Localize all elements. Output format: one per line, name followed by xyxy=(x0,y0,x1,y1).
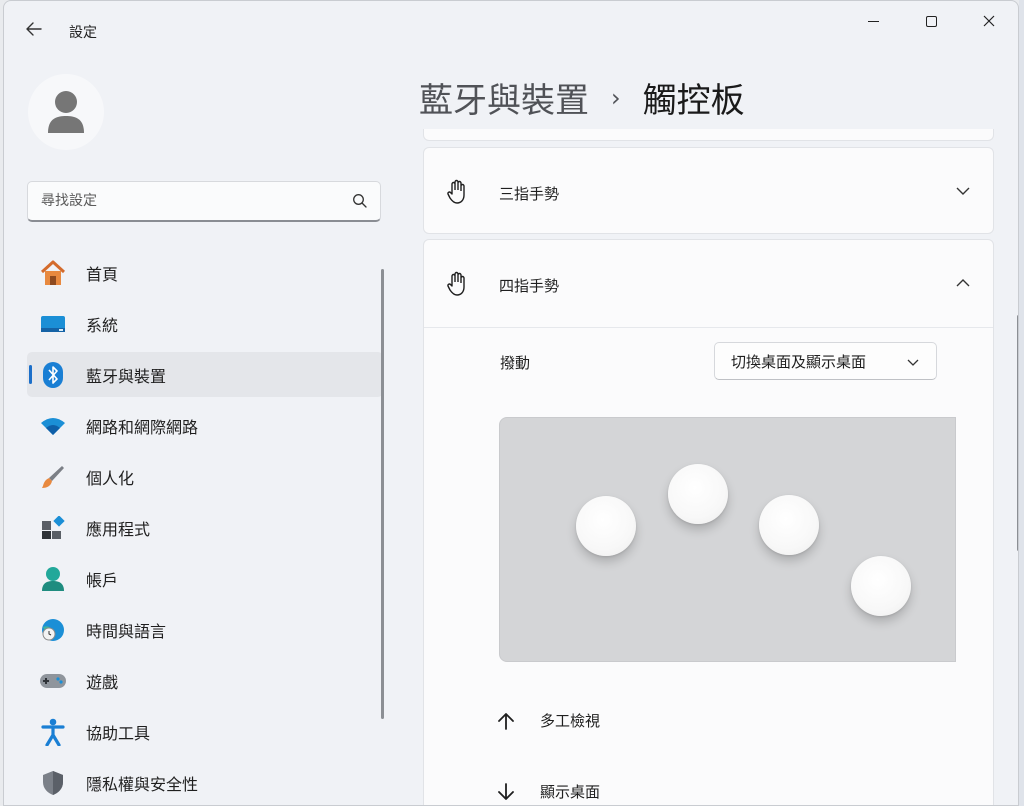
breadcrumb-parent-link[interactable]: 藍牙與裝置 xyxy=(419,73,589,122)
previous-settings-card xyxy=(423,129,994,141)
close-icon xyxy=(983,15,995,27)
sidebar-item-network[interactable]: 網路和網際網路 xyxy=(27,403,383,448)
sidebar-item-label: 應用程式 xyxy=(86,519,151,539)
sidebar-item-label: 首頁 xyxy=(86,264,119,284)
sidebar-item-bluetooth-devices[interactable]: 藍牙與裝置 xyxy=(27,352,383,397)
three-finger-gestures-label: 三指手勢 xyxy=(499,185,560,203)
dropdown-selected-value: 切換桌面及顯示桌面 xyxy=(731,352,867,371)
hand-gesture-icon xyxy=(447,179,465,204)
three-finger-gestures-card[interactable]: 三指手勢 xyxy=(423,147,994,234)
user-silhouette-icon xyxy=(48,91,84,133)
arrow-down-icon xyxy=(498,782,514,800)
sidebar-item-privacy-security[interactable]: 隱私權與安全性 xyxy=(27,760,383,805)
minimize-icon xyxy=(867,20,879,22)
home-icon xyxy=(39,259,67,287)
sidebar-item-system[interactable]: 系統 xyxy=(27,301,383,346)
sidebar-item-personalization[interactable]: 個人化 xyxy=(27,454,383,499)
arrow-up-icon xyxy=(498,712,514,730)
sidebar-item-label: 藍牙與裝置 xyxy=(86,366,167,386)
shield-icon xyxy=(39,769,67,797)
wifi-icon xyxy=(39,412,67,440)
sidebar-item-label: 個人化 xyxy=(86,468,135,488)
sidebar-item-label: 協助工具 xyxy=(86,723,151,743)
hand-gesture-icon xyxy=(447,271,465,296)
app-title: 設定 xyxy=(69,25,97,41)
settings-window: 設定 尋找設定 首頁 系統 藍牙與裝置 網路和網際網路 個人化 應用程式 帳戶 … xyxy=(3,0,1019,806)
desktop-background xyxy=(1019,0,1024,806)
search-icon[interactable] xyxy=(352,193,368,209)
sidebar-item-accounts[interactable]: 帳戶 xyxy=(27,556,383,601)
sidebar-item-label: 時間與語言 xyxy=(86,621,167,641)
swipe-action-dropdown[interactable]: 切換桌面及顯示桌面 xyxy=(714,342,937,380)
back-arrow-icon xyxy=(26,22,42,36)
chevron-down-icon xyxy=(907,359,919,366)
maximize-button[interactable] xyxy=(902,1,960,41)
four-finger-gestures-header[interactable]: 四指手勢 xyxy=(424,240,993,327)
sidebar-item-label: 帳戶 xyxy=(86,570,119,590)
back-button[interactable] xyxy=(18,13,50,45)
finger-dot xyxy=(576,496,636,556)
gesture-action-down: 顯示桌面 xyxy=(496,781,600,802)
chevron-up-icon[interactable] xyxy=(955,275,971,291)
system-display-icon xyxy=(39,310,67,338)
sidebar-item-home[interactable]: 首頁 xyxy=(27,250,383,295)
close-button[interactable] xyxy=(960,1,1018,41)
sidebar-item-gaming[interactable]: 遊戲 xyxy=(27,658,383,703)
bluetooth-icon xyxy=(39,361,67,389)
sidebar-item-apps[interactable]: 應用程式 xyxy=(27,505,383,550)
sidebar-item-label: 遊戲 xyxy=(86,672,119,692)
sidebar-item-label: 網路和網際網路 xyxy=(86,417,199,437)
finger-dot xyxy=(851,556,911,616)
gesture-action-label: 顯示桌面 xyxy=(540,783,601,801)
swipe-label: 撥動 xyxy=(500,354,531,372)
gesture-preview-animation xyxy=(499,417,956,662)
sidebar-item-time-language[interactable]: 時間與語言 xyxy=(27,607,383,652)
sidebar-item-label: 系統 xyxy=(86,315,119,335)
search-input[interactable] xyxy=(28,182,338,220)
apps-icon xyxy=(39,514,67,542)
three-finger-gestures-header[interactable]: 三指手勢 xyxy=(424,148,993,235)
four-finger-gestures-label: 四指手勢 xyxy=(499,277,560,295)
breadcrumb-separator: › xyxy=(611,83,621,112)
minimize-button[interactable] xyxy=(844,1,902,41)
finger-dot xyxy=(759,495,819,555)
sidebar-item-accessibility[interactable]: 協助工具 xyxy=(27,709,383,754)
maximize-icon xyxy=(925,15,937,27)
gesture-action-label: 多工檢視 xyxy=(540,712,601,730)
account-icon xyxy=(39,565,67,593)
four-finger-gestures-card: 四指手勢 撥動 切換桌面及顯示桌面 多工檢視 顯示桌面 xyxy=(423,239,994,805)
sidebar-nav: 首頁 系統 藍牙與裝置 網路和網際網路 個人化 應用程式 帳戶 時間與語言 遊戲… xyxy=(27,250,383,805)
avatar[interactable] xyxy=(28,74,104,150)
chevron-down-icon[interactable] xyxy=(955,183,971,199)
sidebar-scrollbar[interactable] xyxy=(381,269,384,719)
gesture-action-up: 多工檢視 xyxy=(496,710,600,731)
search-box[interactable] xyxy=(27,181,381,222)
finger-dot xyxy=(668,464,728,524)
accessibility-icon xyxy=(39,718,67,746)
sidebar-item-label: 隱私權與安全性 xyxy=(86,774,199,794)
time-language-icon xyxy=(39,616,67,644)
breadcrumb: 藍牙與裝置 › 觸控板 xyxy=(419,73,745,122)
title-bar: 設定 xyxy=(4,1,1018,45)
divider xyxy=(424,327,993,328)
brush-icon xyxy=(39,463,67,491)
gamepad-icon xyxy=(39,667,67,695)
page-title: 觸控板 xyxy=(642,81,745,121)
